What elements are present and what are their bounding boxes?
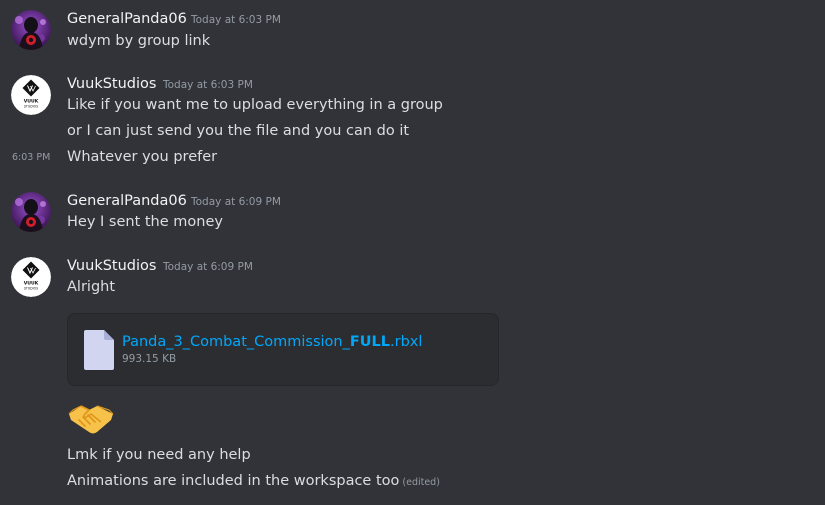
message-text: wdym by group link: [67, 33, 211, 49]
message-author[interactable]: GeneralPanda06: [67, 10, 187, 28]
message-author[interactable]: GeneralPanda06: [67, 192, 187, 210]
message-author[interactable]: VuukStudios: [67, 75, 156, 93]
message-timestamp: Today at 6:03 PM: [191, 14, 281, 26]
chat-messages: GeneralPanda06 Today at 6:03 PM wdym by …: [0, 0, 825, 505]
handshake-icon: [68, 405, 114, 434]
message-text: Lmk if you need any help: [67, 447, 251, 463]
avatar-vuukstudios[interactable]: VUUK STUDIOS: [11, 75, 51, 115]
message-text: Like if you want me to upload everything…: [67, 97, 443, 113]
logo-text: STUDIOS: [24, 287, 38, 291]
message-text: Animations are included in the workspace…: [67, 473, 440, 489]
message-author[interactable]: VuukStudios: [67, 257, 156, 275]
logo-text: STUDIOS: [24, 105, 38, 109]
file-icon: [84, 330, 114, 370]
message-text: Whatever you prefer: [67, 149, 218, 165]
message-timestamp: Today at 6:03 PM: [163, 79, 253, 91]
avatar-generalpanda06[interactable]: [11, 10, 51, 50]
message-timestamp: Today at 6:09 PM: [163, 261, 253, 273]
message-timestamp: Today at 6:09 PM: [191, 196, 281, 208]
file-size: 993.15 KB: [122, 353, 177, 365]
file-download-link[interactable]: Panda_3_Combat_Commission_FULL.rbxl: [122, 333, 422, 351]
avatar-generalpanda06[interactable]: [11, 192, 51, 232]
hover-timestamp: 6:03 PM: [12, 152, 51, 163]
file-attachment: Panda_3_Combat_Commission_FULL.rbxl 993.…: [67, 313, 499, 386]
message-text: or I can just send you the file and you …: [67, 123, 410, 139]
message-text: Hey I sent the money: [67, 214, 223, 230]
edited-label: (edited): [402, 477, 440, 488]
avatar-vuukstudios[interactable]: VUUK STUDIOS: [11, 257, 51, 297]
message-text: Alright: [67, 279, 116, 295]
